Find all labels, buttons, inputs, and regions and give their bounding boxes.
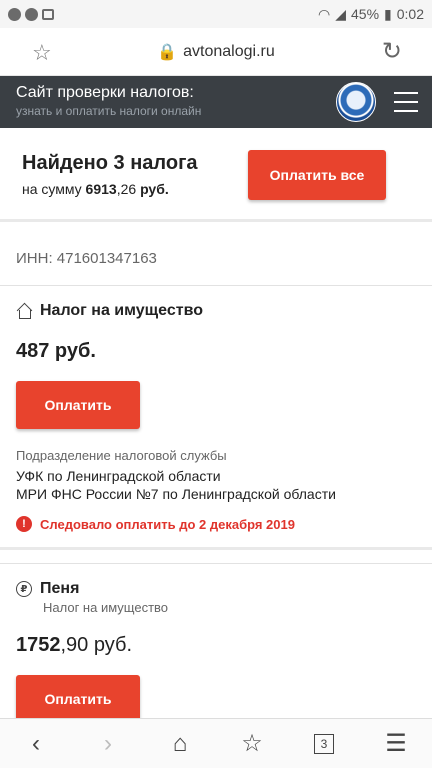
bookmark-star-icon[interactable]: ☆ [32,40,52,66]
department-label: Подразделение налоговой службы [16,448,227,463]
battery-icon: ▮ [384,5,392,22]
department-line-2: МРИ ФНС России №7 по Ленинградской облас… [16,486,336,502]
reload-icon[interactable]: ↻ [382,37,402,66]
clock: 0:02 [396,6,424,22]
alert-icon: ! [16,516,32,532]
tabs-icon[interactable]: 3 [304,724,344,764]
tax-card-header: Налог на имущество [16,302,203,320]
browser-bottom-nav: ‹ › ⌂ ☆ 3 ☰ [0,718,432,768]
found-count-heading: Найдено 3 налога [22,152,198,174]
forward-icon[interactable]: › [88,724,128,764]
tax-card-header: ₽ Пеня [16,580,79,598]
pay-all-button[interactable]: Оплатить все [248,150,386,200]
url-text: avtonalogi.ru [183,42,275,60]
address-bar[interactable]: 🔒 avtonalogi.ru [157,42,275,62]
house-icon [16,303,32,319]
wifi-icon: ◠ [318,5,331,22]
system-icons: ◠ ◢ 45% ▮ 0:02 [318,6,424,23]
department-line-1: УФК по Ленинградской области [16,468,221,484]
gallery-icon [42,8,54,20]
home-icon[interactable]: ⌂ [160,724,200,764]
fns-emblem-logo [336,82,376,122]
facebook-icon [8,7,21,21]
site-header: Сайт проверки налогов: узнать и оплатить… [0,76,432,128]
pay-button[interactable]: Оплатить [16,675,140,723]
overdue-text: Следовало оплатить до 2 декабря 2019 [40,516,295,532]
notification-icons [8,7,54,21]
total-amount: на сумму 6913,26 руб. [22,181,169,197]
tax-title: Налог на имущество [40,302,203,319]
bookmarks-icon[interactable]: ☆ [232,724,272,764]
overdue-warning: ! Следовало оплатить до 2 декабря 2019 [16,516,295,532]
facebook-icon [25,7,38,21]
tax-title: Пеня [40,580,80,597]
battery-percent: 45% [351,6,380,22]
menu-icon[interactable] [394,92,418,112]
back-icon[interactable]: ‹ [16,724,56,764]
signal-icon: ◢ [335,5,346,22]
tax-subtitle: Налог на имущество [43,600,169,615]
tax-amount: 487 руб. [16,340,96,362]
inn-label: ИНН: 471601347163 [16,250,157,267]
ruble-icon: ₽ [16,581,32,597]
pay-button[interactable]: Оплатить [16,381,140,429]
tax-amount: 1752,90 руб. [16,634,132,656]
lock-icon: 🔒 [157,43,178,61]
browser-toolbar: ☆ 🔒 avtonalogi.ru ↻ [0,28,432,76]
status-bar: ◠ ◢ 45% ▮ 0:02 [0,0,432,28]
menu-icon[interactable]: ☰ [376,724,416,764]
